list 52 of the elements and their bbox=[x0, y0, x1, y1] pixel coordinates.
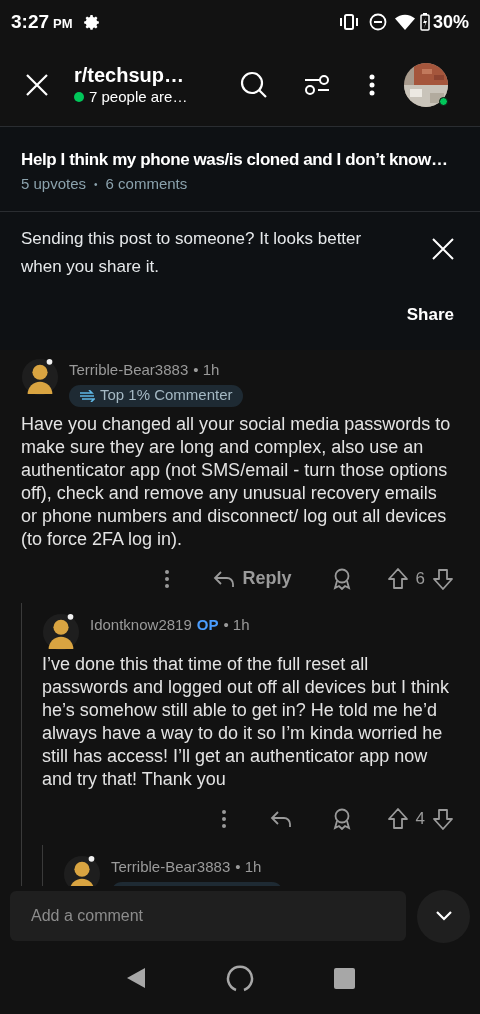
online-count: 7 people are… bbox=[89, 87, 188, 107]
filter-button[interactable] bbox=[304, 73, 330, 97]
recents-icon[interactable] bbox=[333, 967, 355, 989]
comment-count: 6 comments bbox=[105, 174, 188, 194]
vibrate-icon bbox=[338, 14, 359, 30]
comment-time: • 1h bbox=[223, 614, 250, 635]
avatar-icon[interactable] bbox=[21, 358, 59, 396]
downvote-button[interactable] bbox=[433, 567, 453, 590]
do-not-disturb-icon bbox=[368, 13, 387, 31]
separator-dot: • bbox=[94, 177, 98, 192]
back-icon[interactable] bbox=[125, 967, 146, 989]
more-icon bbox=[163, 568, 170, 589]
reply-button[interactable]: Reply bbox=[212, 565, 292, 592]
close-button[interactable] bbox=[24, 72, 50, 98]
reply-icon bbox=[269, 809, 292, 828]
status-time: 3:27 bbox=[11, 9, 50, 34]
battery-charging-icon bbox=[419, 13, 430, 31]
comment-time: • 1h bbox=[193, 360, 220, 380]
comment-input[interactable]: Add a comment bbox=[10, 891, 406, 941]
share-prompt: Sending this post to someone? It looks better when you share it. bbox=[21, 228, 363, 278]
username[interactable]: Terrible-Bear3883 bbox=[111, 855, 231, 878]
comment-time: • 1h bbox=[235, 856, 262, 877]
reply-button[interactable] bbox=[269, 809, 292, 828]
settings-icon bbox=[83, 13, 101, 31]
award-button[interactable] bbox=[331, 807, 352, 830]
more-icon bbox=[220, 808, 227, 829]
commenter-badge: Top 1% Commenter bbox=[69, 384, 243, 407]
comment-body: Have you changed all your social media passwords to make sure they are long and complex, also use an authenticator app (not SMS/email - turn those options off), check and remove any unusual recovery emails or phone numbers and disconnect/ log out all devices (to force 2FA log in). bbox=[21, 412, 452, 551]
search-button[interactable] bbox=[240, 71, 268, 99]
vote-count: 6 bbox=[415, 567, 425, 590]
award-button[interactable] bbox=[331, 567, 352, 590]
status-ampm: PM bbox=[53, 15, 73, 34]
battery-percentage: 30% bbox=[432, 10, 469, 34]
username[interactable]: Terrible-Bear3883 bbox=[69, 359, 189, 382]
downvote-button[interactable] bbox=[433, 807, 453, 830]
more-options-button[interactable] bbox=[368, 73, 376, 97]
share-button[interactable]: Share bbox=[406, 302, 454, 328]
home-icon[interactable] bbox=[225, 964, 254, 992]
close-banner-button[interactable] bbox=[432, 238, 454, 260]
wifi-icon bbox=[394, 14, 415, 30]
op-label: OP bbox=[196, 614, 219, 635]
vote-count: 4 bbox=[415, 807, 425, 830]
upvote-button[interactable] bbox=[387, 567, 408, 590]
reply-icon bbox=[212, 569, 235, 588]
chevron-down-icon bbox=[434, 910, 453, 922]
subreddit-title[interactable]: r/techsup… bbox=[74, 63, 214, 87]
username[interactable]: Idontknow2819 bbox=[90, 613, 192, 636]
comment-body: I’ve done this that time of the full reset all passwords and logged out off all devices but I think he’s somehow still able to get in? He told me he’d always have a way to do it so I’m kinda worried he still has access! I’ll get an authenticator app now and try that! Thank you bbox=[42, 652, 450, 791]
post-title[interactable]: Help I think my phone was/is cloned and I don’t know… bbox=[21, 149, 459, 171]
upvote-button[interactable] bbox=[387, 807, 408, 830]
upvote-count: 5 upvotes bbox=[21, 174, 87, 194]
avatar-icon[interactable] bbox=[42, 612, 80, 651]
